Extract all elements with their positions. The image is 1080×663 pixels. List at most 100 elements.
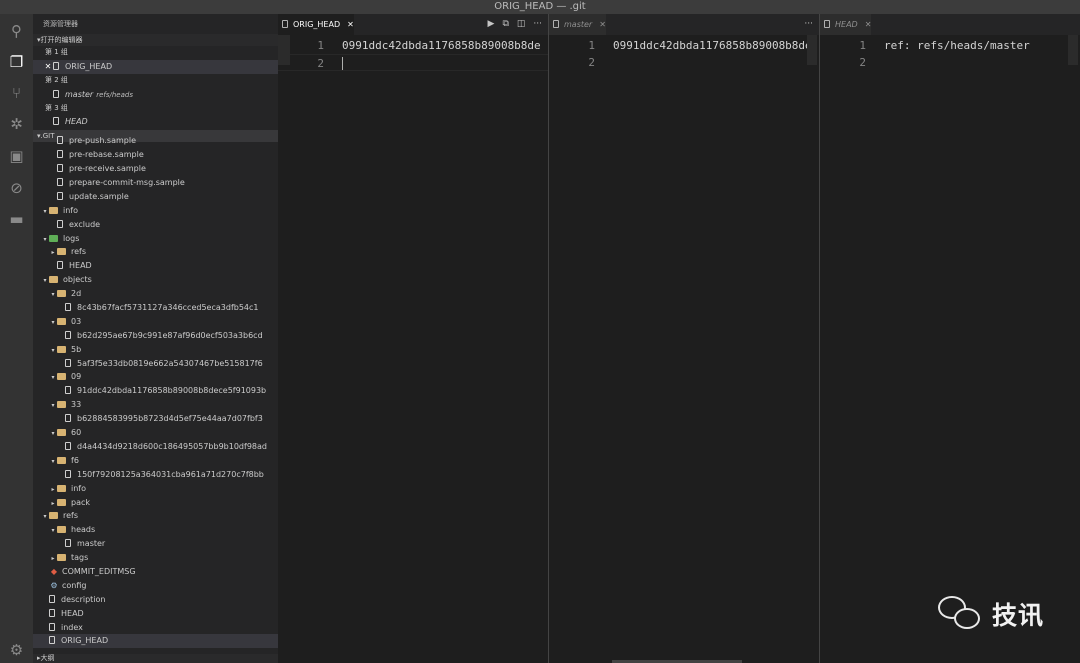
tree-item[interactable]: pre-push.sample (33, 134, 278, 148)
tree-item[interactable]: ▾ heads (33, 523, 278, 537)
close-icon[interactable]: ✕ (599, 20, 606, 29)
sidebar-title: 资源管理器 (43, 20, 78, 28)
code-editor[interactable]: 1 0991ddc42dbda1176858b89008b8de 2 (278, 35, 548, 663)
tree-item-label: 150f79208125a364031cba961a71d270c7f8bb (77, 469, 264, 479)
outline-header[interactable]: ▸大纲 (33, 654, 278, 663)
open-editors-header[interactable]: ▾打开的编辑器 (33, 34, 278, 46)
editor-tab[interactable]: ORIG_HEAD ✕ (278, 14, 354, 35)
open-editor-item[interactable]: ✕ ORIG_HEAD (33, 59, 278, 74)
tree-item[interactable]: description (33, 593, 278, 607)
file-icon (49, 594, 55, 603)
run-icon[interactable]: ▶ (488, 19, 495, 29)
editor-tab[interactable]: master ✕ (549, 14, 606, 35)
tree-item-label: HEAD (69, 261, 92, 271)
line-number: 2 (859, 56, 866, 69)
tree-item[interactable]: ▾ info (33, 204, 278, 218)
file-icon (65, 358, 71, 367)
line-text: 0991ddc42dbda1176858b89008b8de (342, 39, 541, 52)
tree-item[interactable]: pre-rebase.sample (33, 148, 278, 162)
tree-item[interactable]: 8c43b67facf5731127a346cced5eca3dfb54c1 (33, 301, 278, 315)
file-icon (53, 61, 59, 70)
tree-item[interactable]: update.sample (33, 190, 278, 204)
tree-item[interactable]: ⚙ config (33, 579, 278, 593)
editor-tab[interactable]: HEAD ✕ (820, 14, 872, 35)
tree-item[interactable]: master (33, 537, 278, 551)
tree-item[interactable]: ◆ COMMIT_EDITMSG (33, 565, 278, 579)
folder-icon (57, 554, 66, 562)
minimap[interactable] (278, 35, 290, 65)
tree-item-label: pack (71, 497, 91, 507)
file-icon (53, 117, 59, 126)
tree-item[interactable]: ORIG_HEAD (33, 634, 278, 649)
tree-item[interactable]: HEAD (33, 259, 278, 273)
tab-label: HEAD (835, 20, 858, 29)
tree-item[interactable]: d4a4434d9218d600c186495057bb9b10df98ad (33, 440, 278, 454)
tree-item[interactable]: ▾ 33 (33, 398, 278, 412)
open-editor-item[interactable]: master refs/heads (33, 88, 278, 102)
editor-group-2: master ✕ ··· 1 0991ddc42dbda1176858b89008b8d… (549, 14, 819, 663)
tab-bar: ORIG_HEAD ✕ ▶ ⧉ ◫ ··· (278, 14, 548, 35)
open-editor-item[interactable]: HEAD (33, 115, 278, 129)
close-icon[interactable]: ✕ (347, 20, 354, 29)
tree-item[interactable]: ▾ 03 (33, 315, 278, 329)
tree-item-label: refs (63, 511, 79, 521)
extensions-icon[interactable]: ▣ (7, 147, 26, 166)
git-icon[interactable]: ⊘ (7, 179, 26, 198)
tree-item[interactable]: HEAD (33, 607, 278, 621)
tree-item[interactable]: b62d295ae67b9c991e87af96d0ecf503a3b6cd (33, 329, 278, 343)
tree-item-label: update.sample (69, 191, 129, 201)
tree-item[interactable]: ▾ logs (33, 232, 278, 246)
tree-item[interactable]: 5af3f5e33db0819e662a54307467be515817f6 (33, 357, 278, 371)
code-editor[interactable]: 1 0991ddc42dbda1176858b89008b8de 2 (549, 35, 819, 663)
explorer-sidebar: 资源管理器 ▾打开的编辑器 第 1 组 ✕ ORIG_HEAD 第 2 组 master… (33, 14, 278, 663)
file-icon (65, 330, 71, 339)
tree-item[interactable]: prepare-commit-msg.sample (33, 176, 278, 190)
source-control-icon[interactable]: ⑂ (7, 84, 26, 103)
tree-item[interactable]: pre-receive.sample (33, 162, 278, 176)
minimap[interactable] (1068, 35, 1078, 65)
tree-item[interactable]: 150f79208125a364031cba961a71d270c7f8bb (33, 468, 278, 482)
more-actions-icon[interactable]: ··· (533, 19, 542, 29)
tree-item[interactable]: ▾ 5b (33, 343, 278, 357)
tree-item[interactable]: ▾ objects (33, 273, 278, 287)
tree-item[interactable]: exclude (33, 218, 278, 232)
tree-item[interactable]: ▾ 09 (33, 370, 278, 384)
debug-icon[interactable]: ✲ (7, 115, 26, 134)
tree-item[interactable]: ▾ 2d (33, 287, 278, 301)
tree-item[interactable]: b62884583995b8723d4d5ef75e44aa7d07fbf3 (33, 412, 278, 426)
open-editor-name: master (65, 89, 94, 99)
open-editors-list: 第 1 组 ✕ ORIG_HEAD 第 2 组 master refs/heads 第 3 … (33, 46, 278, 129)
minimap[interactable] (807, 35, 817, 65)
code-editor[interactable]: 1 ref: refs/heads/master 2 (820, 35, 1080, 663)
tree-item-label: logs (63, 233, 80, 243)
tree-item-label: pre-receive.sample (69, 164, 146, 174)
tree-item[interactable]: ▸ info (33, 482, 278, 496)
watermark: 技讯 (938, 594, 1044, 634)
tree-item[interactable]: ▾ 60 (33, 426, 278, 440)
files-icon[interactable]: ❐ (7, 53, 26, 72)
folder-icon (57, 526, 66, 534)
more-actions-icon[interactable]: ··· (804, 19, 813, 29)
tab-label: master (564, 20, 593, 29)
search-icon[interactable]: ⚲ (7, 22, 26, 41)
close-icon[interactable]: ✕ (43, 60, 53, 74)
tree-item[interactable]: index (33, 621, 278, 635)
open-changes-icon[interactable]: ⧉ (502, 19, 508, 29)
line-text: 0991ddc42dbda1176858b89008b8de (613, 39, 812, 52)
tree-item-label: 09 (71, 372, 82, 382)
tree-item[interactable]: ▸ pack (33, 496, 278, 510)
tree-item[interactable]: 91ddc42dbda1176858b89008b8dece5f91093b (33, 384, 278, 398)
close-icon[interactable]: ✕ (865, 20, 872, 29)
folder-icon[interactable]: ▬ (7, 210, 26, 229)
chevron-down-icon: ▾ (51, 527, 55, 535)
split-editor-icon[interactable]: ◫ (517, 19, 526, 29)
folder-icon (57, 498, 66, 506)
tree-item-label: prepare-commit-msg.sample (69, 178, 185, 188)
chevron-down-icon: ▾ (51, 430, 55, 438)
tree-item-label: refs (71, 247, 87, 257)
tree-item[interactable]: ▸ refs (33, 245, 278, 259)
tree-item[interactable]: ▸ tags (33, 551, 278, 565)
gear-icon[interactable]: ⚙ (7, 641, 26, 660)
tree-item[interactable]: ▾ refs (33, 509, 278, 523)
tree-item[interactable]: ▾ f6 (33, 454, 278, 468)
